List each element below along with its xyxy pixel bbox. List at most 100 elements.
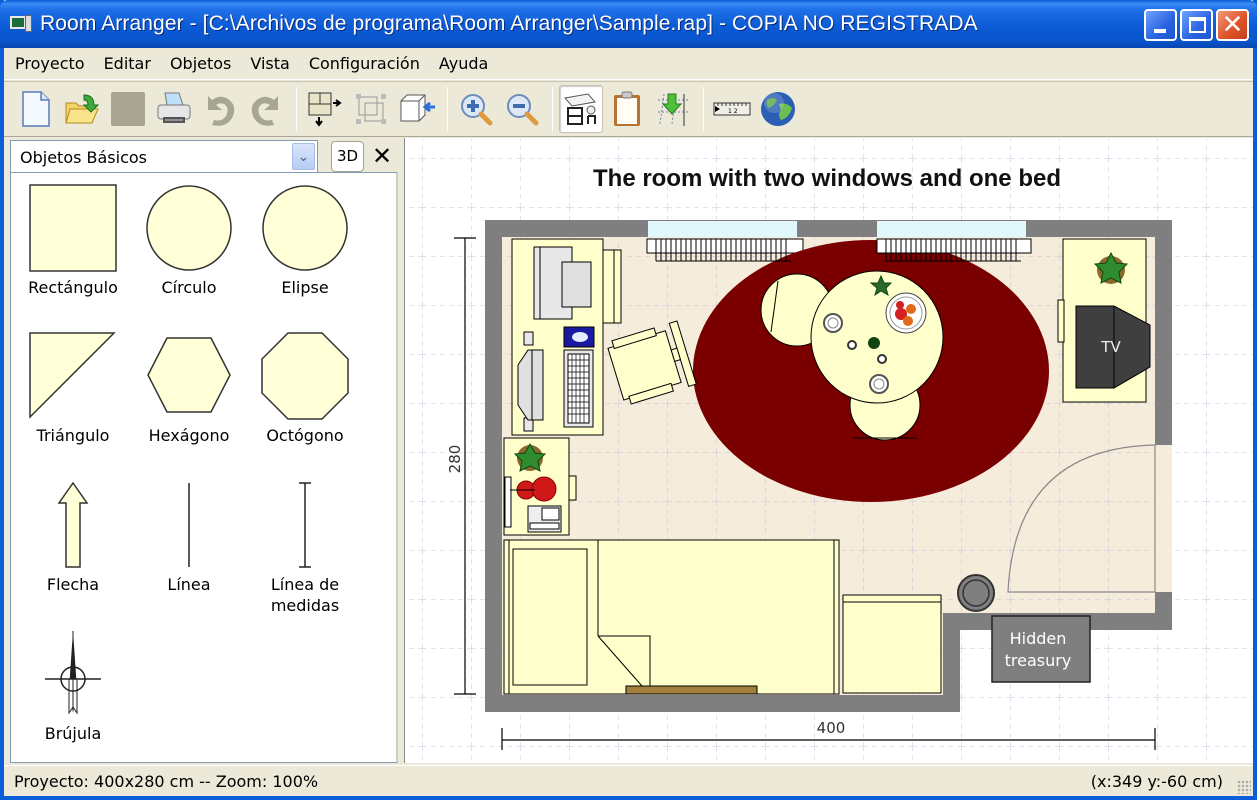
toolbar-separator	[447, 87, 448, 131]
palette-item-arrow[interactable]: Flecha	[13, 481, 133, 595]
app-window: Room Arranger - [C:\Archivos de programa…	[0, 0, 1257, 800]
zoom-in-button[interactable]	[454, 85, 498, 133]
door-opening	[1155, 445, 1172, 592]
cabinet[interactable]	[842, 594, 942, 694]
palette-label: Rectángulo	[28, 278, 118, 297]
globe-button[interactable]	[756, 85, 800, 133]
save-icon	[111, 92, 145, 126]
app-icon	[10, 15, 32, 33]
menu-proyecto[interactable]: Proyecto	[15, 54, 85, 73]
palette-item-octagon[interactable]: Octógono	[245, 331, 365, 446]
globe-icon	[761, 92, 795, 126]
room-view-icon	[564, 93, 596, 125]
status-bar: Proyecto: 400x280 cm -- Zoom: 100% (x:34…	[4, 765, 1253, 796]
svg-text:1 2: 1 2	[728, 108, 738, 115]
octagon-shape-icon	[261, 332, 349, 420]
palette-label: Hexágono	[148, 426, 230, 445]
menu-objetos[interactable]: Objetos	[170, 54, 231, 73]
new-document-icon	[22, 91, 50, 127]
menu-bar: Proyecto Editar Objetos Vista Configurac…	[4, 48, 1253, 80]
palette-item-hexagon[interactable]: Hexágono	[129, 331, 249, 446]
new-button[interactable]	[14, 85, 58, 133]
room-size-button[interactable]	[303, 85, 347, 133]
palette-item-ellipse[interactable]: Elipse	[245, 183, 365, 298]
3d-view-button[interactable]: 3D	[331, 141, 364, 172]
zoom-out-button[interactable]	[500, 85, 544, 133]
minimize-icon	[1154, 29, 1166, 33]
line-shape-icon	[188, 483, 190, 567]
menu-editar[interactable]: Editar	[104, 54, 151, 73]
bed[interactable]	[503, 539, 840, 695]
tv-label: TV	[1100, 338, 1121, 356]
ruler-icon: 1 2	[713, 102, 751, 116]
hidden-treasury-label-2: treasury	[1005, 651, 1072, 670]
palette-item-triangle[interactable]: Triángulo	[13, 331, 133, 446]
room-view-button[interactable]	[559, 85, 603, 133]
clipboard-icon	[614, 91, 640, 126]
toolbar-separator	[703, 87, 704, 131]
select-all-button[interactable]	[349, 85, 393, 133]
status-cursor-coords: (x:349 y:-60 cm)	[1090, 771, 1223, 791]
close-button[interactable]: ✕	[1216, 9, 1249, 41]
objects-panel: Objetos Básicos ⌄ 3D ✕ Rectángulo Círcul…	[4, 138, 398, 763]
palette-label: Octógono	[266, 426, 344, 445]
palette-item-circle[interactable]: Círculo	[129, 183, 249, 298]
palette-label: Elipse	[281, 278, 329, 297]
open-button[interactable]	[60, 85, 104, 133]
arrow-shape-icon	[57, 481, 89, 568]
ruler-button[interactable]: 1 2	[710, 85, 754, 133]
window-left[interactable]	[648, 221, 797, 237]
toolbar-separator	[552, 87, 553, 131]
glass-icon	[877, 354, 887, 364]
window-right[interactable]	[877, 221, 1026, 237]
palette-item-line[interactable]: Línea	[129, 481, 249, 595]
menu-ayuda[interactable]: Ayuda	[439, 54, 488, 73]
palette-label: Flecha	[46, 575, 100, 594]
side-table[interactable]	[503, 437, 577, 536]
hidden-treasury-label-1: Hidden	[1010, 629, 1067, 648]
tv-stand[interactable]: TV	[1057, 238, 1151, 403]
hexagon-shape-icon	[147, 337, 231, 413]
zoom-in-icon	[461, 94, 493, 126]
zoom-out-icon	[507, 94, 539, 126]
room-resize-icon	[308, 92, 342, 127]
print-button[interactable]	[152, 85, 196, 133]
import-object-icon	[400, 94, 435, 122]
palette-label: Brújula	[44, 724, 102, 743]
compass-shape-icon	[45, 631, 101, 715]
maximize-button[interactable]	[1180, 9, 1213, 41]
close-panel-button[interactable]: ✕	[370, 140, 394, 172]
save-button[interactable]	[106, 85, 150, 133]
toolbar: 1 2	[4, 81, 1253, 137]
resize-grip[interactable]	[1237, 780, 1251, 794]
height-dimension-label: 280	[446, 445, 464, 474]
maximize-icon	[1189, 17, 1206, 33]
measure-line-shape-icon	[299, 482, 311, 568]
menu-configuracion[interactable]: Configuración	[309, 54, 420, 73]
close-icon: ✕	[1221, 10, 1244, 40]
hidden-treasury[interactable]: Hidden treasury	[991, 615, 1091, 683]
palette-item-compass[interactable]: Brújula	[13, 629, 133, 744]
chevron-down-icon[interactable]: ⌄	[292, 143, 315, 170]
circle-shape-icon	[146, 185, 232, 271]
undo-button[interactable]	[198, 85, 242, 133]
window-title: Room Arranger - [C:\Archivos de programa…	[40, 12, 978, 35]
floor-plan-svg[interactable]: The room with two windows and one bed TV…	[405, 138, 1253, 763]
import-object-button[interactable]	[395, 85, 439, 133]
palette-label: Línea de medidas	[270, 575, 340, 615]
palette-item-measure-line[interactable]: Línea de medidas	[245, 481, 365, 616]
floor-plan-canvas[interactable]: The room with two windows and one bed TV…	[404, 138, 1253, 763]
status-project-info: Proyecto: 400x280 cm -- Zoom: 100%	[14, 771, 319, 791]
menu-vista[interactable]: Vista	[250, 54, 289, 73]
clipboard-button[interactable]	[605, 85, 649, 133]
redo-button[interactable]	[244, 85, 288, 133]
rectangle-shape-icon	[29, 184, 117, 272]
align-grid-button[interactable]	[651, 85, 695, 133]
ellipse-shape-icon	[262, 185, 348, 271]
undo-icon	[208, 96, 235, 126]
palette-item-rectangle[interactable]: Rectángulo	[13, 183, 133, 298]
glass-icon	[847, 340, 857, 350]
category-dropdown[interactable]: Objetos Básicos ⌄	[10, 140, 318, 173]
minimize-button[interactable]	[1144, 9, 1177, 41]
open-folder-icon	[65, 94, 100, 124]
